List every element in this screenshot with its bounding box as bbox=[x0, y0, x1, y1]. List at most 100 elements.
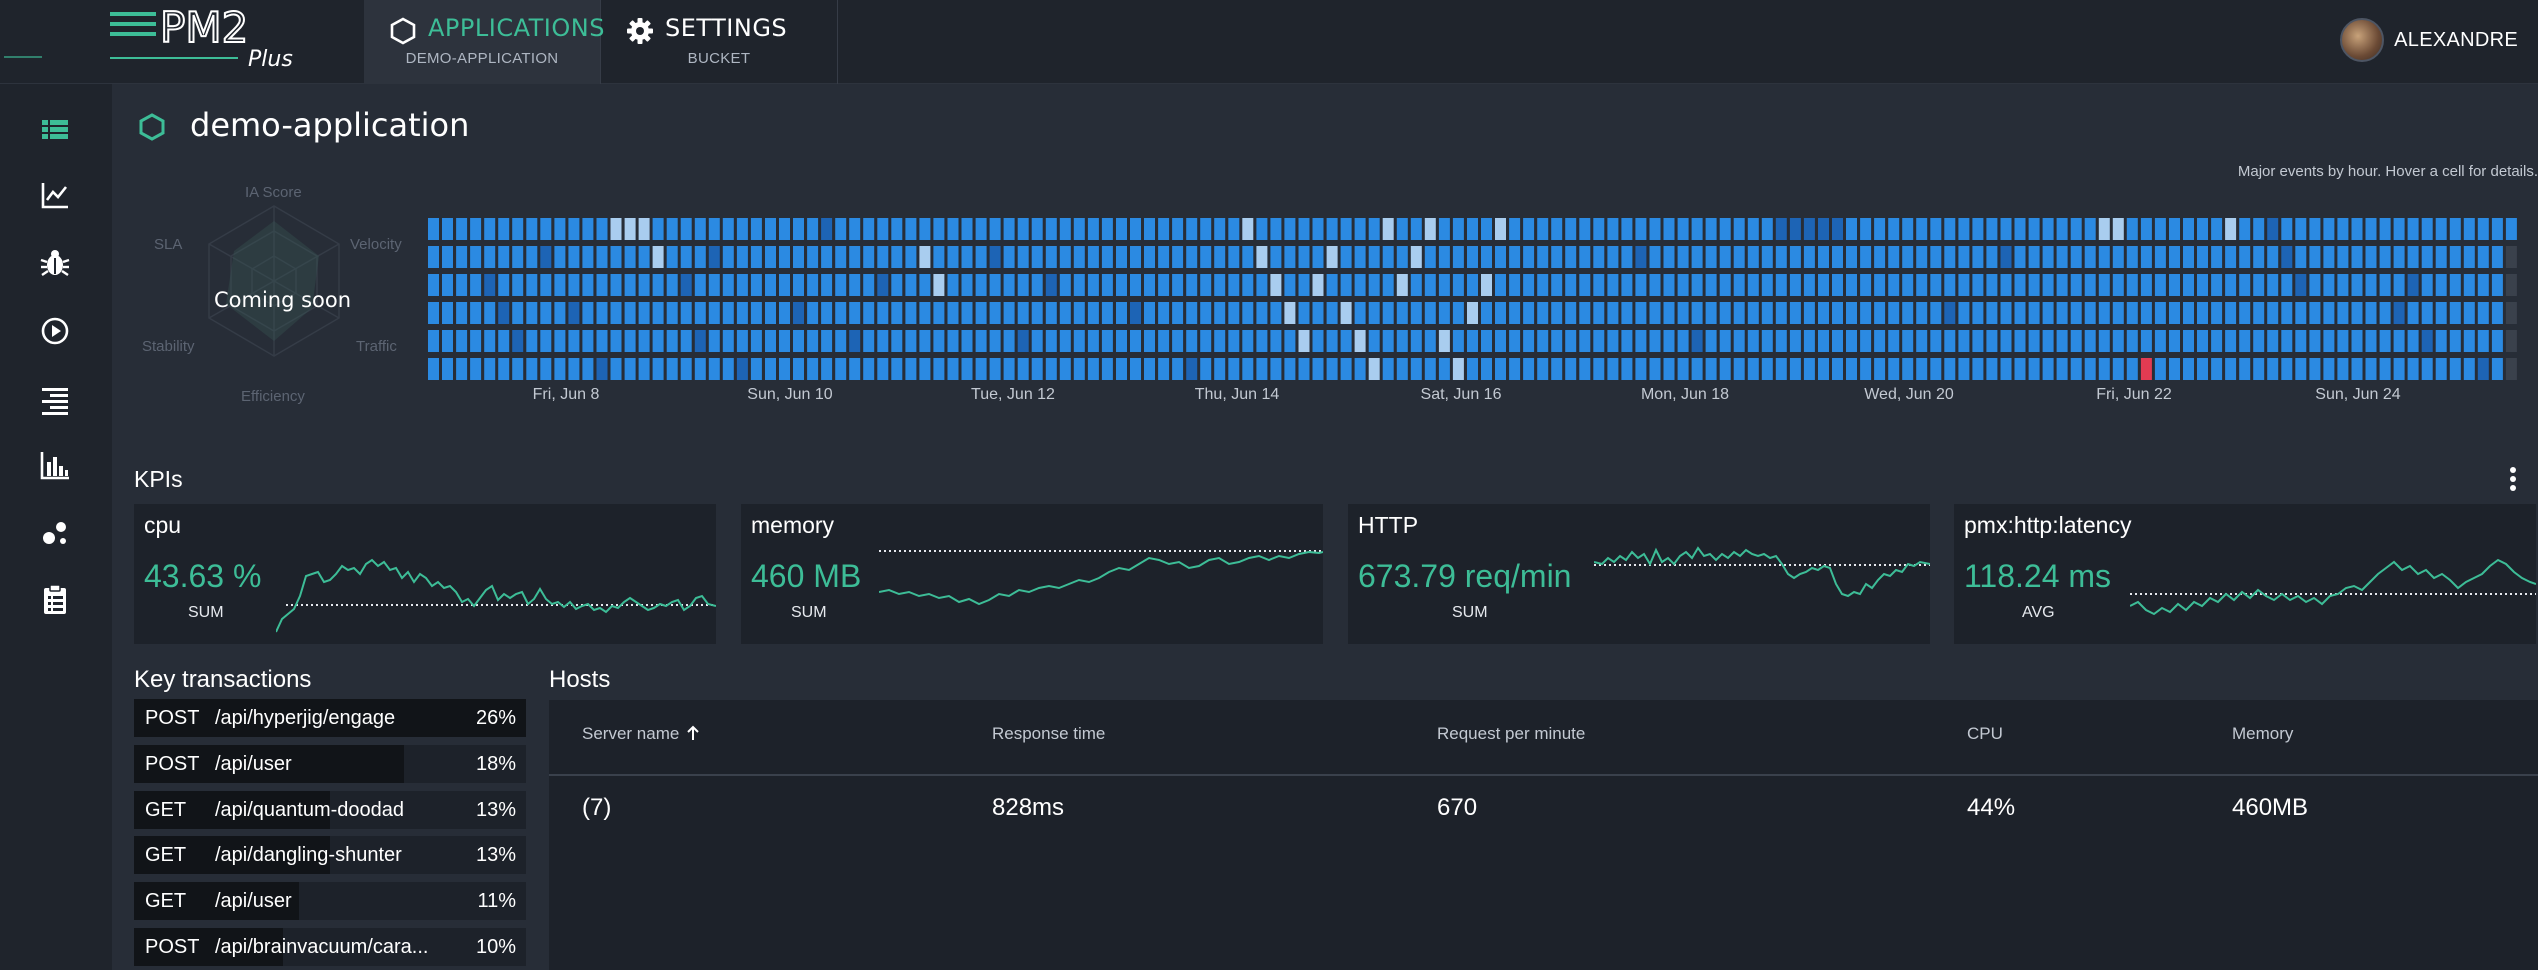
heatmap-cell[interactable] bbox=[512, 274, 524, 296]
heatmap-cell[interactable] bbox=[1621, 330, 1633, 352]
transaction-row[interactable]: POST /api/user 18% bbox=[134, 745, 526, 783]
heatmap-cell[interactable] bbox=[1368, 330, 1380, 352]
heatmap-cell[interactable] bbox=[2309, 302, 2321, 324]
heatmap-cell[interactable] bbox=[905, 274, 917, 296]
heatmap-cell[interactable] bbox=[2183, 218, 2194, 240]
heatmap-cell[interactable] bbox=[526, 330, 538, 352]
heatmap-cell[interactable] bbox=[526, 246, 538, 268]
heatmap-cell[interactable] bbox=[947, 246, 959, 268]
heatmap-cell[interactable] bbox=[1551, 358, 1563, 380]
heatmap-cell[interactable] bbox=[1186, 302, 1198, 324]
heatmap-cell[interactable] bbox=[2477, 246, 2489, 268]
heatmap-cell[interactable] bbox=[498, 246, 510, 268]
heatmap-cell[interactable] bbox=[2070, 302, 2082, 324]
heatmap-cell[interactable] bbox=[849, 246, 861, 268]
heatmap-cell[interactable] bbox=[975, 274, 987, 296]
heatmap-cell[interactable] bbox=[1158, 246, 1170, 268]
heatmap-cell[interactable] bbox=[1523, 218, 1535, 240]
heatmap-cell[interactable] bbox=[666, 246, 678, 268]
heatmap-cell[interactable] bbox=[1986, 358, 1998, 380]
heatmap-cell[interactable] bbox=[638, 302, 650, 324]
heatmap-cell[interactable] bbox=[2169, 302, 2180, 324]
column-header-response-time[interactable]: Response time bbox=[992, 724, 1105, 744]
heatmap-cell[interactable] bbox=[835, 274, 847, 296]
heatmap-cell[interactable] bbox=[1874, 330, 1886, 352]
heatmap-cell[interactable] bbox=[1382, 302, 1394, 324]
heatmap-cell[interactable] bbox=[1242, 358, 1254, 380]
heatmap-cell[interactable] bbox=[1593, 302, 1605, 324]
heatmap-cell[interactable] bbox=[1635, 218, 1647, 240]
heatmap-cell[interactable] bbox=[1551, 330, 1563, 352]
heatmap-cell[interactable] bbox=[1031, 246, 1043, 268]
heatmap-cell[interactable] bbox=[2140, 358, 2152, 380]
heatmap-cell[interactable] bbox=[2169, 274, 2180, 296]
heatmap-cell[interactable] bbox=[779, 274, 790, 296]
heatmap-cell[interactable] bbox=[498, 330, 510, 352]
heatmap-cell[interactable] bbox=[1087, 246, 1099, 268]
heatmap-cell[interactable] bbox=[2070, 274, 2082, 296]
heatmap-cell[interactable] bbox=[2056, 302, 2068, 324]
heatmap-cell[interactable] bbox=[1144, 218, 1155, 240]
heatmap-cell[interactable] bbox=[1874, 218, 1886, 240]
heatmap-cell[interactable] bbox=[1045, 246, 1057, 268]
heatmap-cell[interactable] bbox=[2126, 246, 2138, 268]
heatmap-cell[interactable] bbox=[1733, 246, 1745, 268]
heatmap-cell[interactable] bbox=[2154, 330, 2166, 352]
heatmap-cell[interactable] bbox=[849, 218, 861, 240]
heatmap-cell[interactable] bbox=[2435, 274, 2447, 296]
heatmap-cell[interactable] bbox=[2183, 246, 2194, 268]
heatmap-cell[interactable] bbox=[1242, 218, 1254, 240]
heatmap-cell[interactable] bbox=[1158, 302, 1170, 324]
heatmap-cell[interactable] bbox=[2183, 330, 2194, 352]
heatmap-cell[interactable] bbox=[2112, 302, 2124, 324]
heatmap-cell[interactable] bbox=[2112, 274, 2124, 296]
heatmap-cell[interactable] bbox=[1677, 358, 1689, 380]
heatmap-cell[interactable] bbox=[2449, 274, 2461, 296]
heatmap-cell[interactable] bbox=[1579, 302, 1591, 324]
heatmap-cell[interactable] bbox=[863, 330, 875, 352]
heatmap-cell[interactable] bbox=[1972, 302, 1984, 324]
heatmap-cell[interactable] bbox=[1116, 302, 1127, 324]
heatmap-cell[interactable] bbox=[1326, 302, 1338, 324]
user-menu[interactable]: ALEXANDRE bbox=[2340, 18, 2518, 62]
heatmap-cell[interactable] bbox=[2491, 302, 2503, 324]
heatmap-cell[interactable] bbox=[1158, 274, 1170, 296]
heatmap-cell[interactable] bbox=[2421, 246, 2433, 268]
heatmap-cell[interactable] bbox=[1438, 246, 1450, 268]
heatmap-cell[interactable] bbox=[1509, 246, 1521, 268]
heatmap-cell[interactable] bbox=[961, 246, 973, 268]
heatmap-cell[interactable] bbox=[961, 302, 973, 324]
heatmap-cell[interactable] bbox=[1368, 358, 1380, 380]
heatmap-cell[interactable] bbox=[2211, 302, 2223, 324]
heatmap-cell[interactable] bbox=[680, 218, 692, 240]
heatmap-cell[interactable] bbox=[1003, 302, 1015, 324]
heatmap-cell[interactable] bbox=[750, 330, 762, 352]
heatmap-cell[interactable] bbox=[1860, 302, 1872, 324]
heatmap-cell[interactable] bbox=[807, 330, 819, 352]
sort-arrow-up-icon[interactable] bbox=[686, 725, 700, 741]
heatmap-cell[interactable] bbox=[1495, 246, 1506, 268]
heatmap-cell[interactable] bbox=[961, 358, 973, 380]
heatmap-cell[interactable] bbox=[428, 358, 439, 380]
heatmap-cell[interactable] bbox=[1270, 218, 1282, 240]
heatmap-cell[interactable] bbox=[2169, 358, 2180, 380]
heatmap-cell[interactable] bbox=[1340, 358, 1352, 380]
heatmap-cell[interactable] bbox=[877, 302, 889, 324]
heatmap-cell[interactable] bbox=[1368, 302, 1380, 324]
heatmap-cell[interactable] bbox=[905, 246, 917, 268]
heatmap-cell[interactable] bbox=[1663, 274, 1675, 296]
heatmap-cell[interactable] bbox=[1537, 246, 1549, 268]
heatmap-cell[interactable] bbox=[1438, 358, 1450, 380]
heatmap-cell[interactable] bbox=[793, 218, 804, 240]
heatmap-cell[interactable] bbox=[807, 218, 819, 240]
heatmap-cell[interactable] bbox=[2491, 246, 2503, 268]
heatmap-cell[interactable] bbox=[821, 218, 833, 240]
heatmap-cell[interactable] bbox=[2477, 330, 2489, 352]
heatmap-cell[interactable] bbox=[1340, 218, 1352, 240]
heatmap-cell[interactable] bbox=[1298, 274, 1310, 296]
heatmap-cell[interactable] bbox=[2323, 274, 2335, 296]
heatmap-cell[interactable] bbox=[1298, 330, 1310, 352]
heatmap-cell[interactable] bbox=[1663, 358, 1675, 380]
heatmap-cell[interactable] bbox=[1186, 274, 1198, 296]
heatmap-cell[interactable] bbox=[1846, 302, 1857, 324]
